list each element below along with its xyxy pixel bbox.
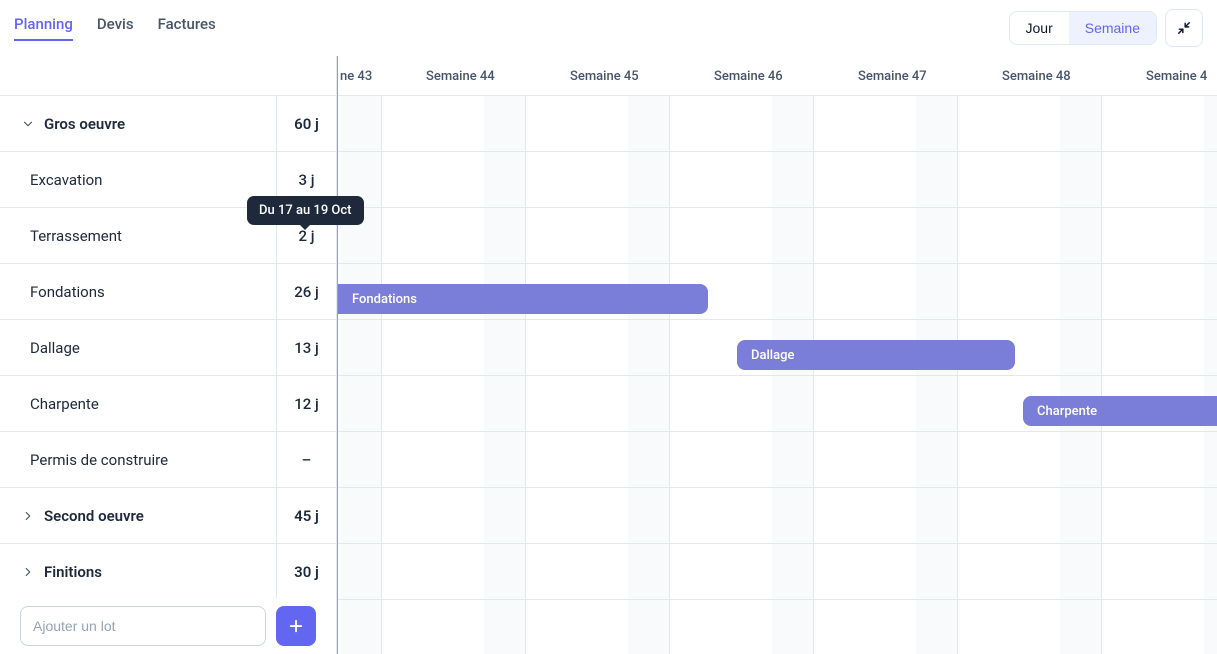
task-name: Second oeuvre	[44, 507, 144, 525]
task-name: Terrassement	[30, 227, 122, 245]
week-label: ne 43	[340, 56, 372, 96]
topbar: Planning Devis Factures Jour Semaine	[0, 0, 1217, 56]
collapse-icon	[1177, 21, 1191, 35]
task-sidebar: Gros oeuvre 60 j Excavation 3 j Terrasse…	[0, 56, 337, 654]
week-label: Semaine 48	[1002, 56, 1071, 96]
plus-icon	[287, 617, 305, 635]
gantt-row	[338, 96, 1217, 152]
chevron-right-icon	[20, 564, 36, 580]
date-range-tooltip: Du 17 au 19 Oct	[247, 196, 364, 225]
right-controls: Jour Semaine	[1009, 9, 1204, 47]
gantt-bar-fondations[interactable]: Fondations	[338, 284, 708, 314]
chevron-right-icon	[20, 508, 36, 524]
tab-factures[interactable]: Factures	[158, 15, 216, 41]
week-label: Semaine 45	[570, 56, 639, 96]
gantt-row	[338, 152, 1217, 208]
task-row-charpente[interactable]: Charpente 12 j	[0, 376, 336, 432]
gantt-body: Fondations Dallage Charpente	[338, 96, 1217, 654]
week-label: Semaine 47	[858, 56, 927, 96]
gantt-header: ne 43 Semaine 44 Semaine 45 Semaine 46 S…	[338, 56, 1217, 96]
task-duration: 13 j	[276, 320, 336, 375]
week-label: Semaine 4	[1146, 56, 1207, 96]
view-day-button[interactable]: Jour	[1010, 12, 1069, 44]
task-name: Fondations	[30, 283, 105, 301]
task-name-cell: Finitions	[0, 563, 276, 581]
gantt-row: Charpente	[338, 376, 1217, 432]
gantt-panel[interactable]: ne 43 Semaine 44 Semaine 45 Semaine 46 S…	[337, 56, 1217, 654]
gantt-row: Fondations	[338, 264, 1217, 320]
task-row-gros-oeuvre[interactable]: Gros oeuvre 60 j	[0, 96, 336, 152]
gantt-row	[338, 432, 1217, 488]
chevron-down-icon	[20, 116, 36, 132]
collapse-fullscreen-button[interactable]	[1165, 9, 1203, 47]
week-label: Semaine 44	[426, 56, 495, 96]
task-name: Finitions	[44, 563, 102, 581]
task-row-second-oeuvre[interactable]: Second oeuvre 45 j	[0, 488, 336, 544]
gantt-row: Dallage	[338, 320, 1217, 376]
task-row-fondations[interactable]: Fondations 26 j	[0, 264, 336, 320]
content: Gros oeuvre 60 j Excavation 3 j Terrasse…	[0, 56, 1217, 654]
tab-planning[interactable]: Planning	[14, 15, 73, 41]
task-name: Permis de construire	[30, 451, 168, 469]
gantt-rows: Fondations Dallage Charpente	[338, 96, 1217, 600]
task-name: Gros oeuvre	[44, 115, 125, 133]
task-name-cell: Gros oeuvre	[0, 115, 276, 133]
task-row-permis[interactable]: Permis de construire –	[0, 432, 336, 488]
tab-devis[interactable]: Devis	[97, 15, 134, 41]
task-name-cell: Second oeuvre	[0, 507, 276, 525]
view-switch: Jour Semaine	[1009, 11, 1158, 45]
task-duration: 12 j	[276, 376, 336, 431]
add-lot-input[interactable]	[20, 606, 266, 646]
week-label: Semaine 46	[714, 56, 783, 96]
gantt-bar-charpente[interactable]: Charpente	[1023, 396, 1217, 426]
task-duration: 30 j	[276, 544, 336, 598]
gantt-bar-dallage[interactable]: Dallage	[737, 340, 1015, 370]
gantt-row	[338, 208, 1217, 264]
view-week-button[interactable]: Semaine	[1069, 12, 1156, 44]
task-duration: 60 j	[276, 96, 336, 151]
task-duration: –	[276, 432, 336, 487]
add-lot-button[interactable]	[276, 606, 316, 646]
task-name: Charpente	[30, 395, 99, 413]
task-row-dallage[interactable]: Dallage 13 j	[0, 320, 336, 376]
sidebar-footer	[0, 598, 336, 654]
tabs: Planning Devis Factures	[14, 15, 216, 41]
gantt-row	[338, 488, 1217, 544]
task-name: Dallage	[30, 339, 80, 357]
task-duration: 26 j	[276, 264, 336, 319]
task-rows: Gros oeuvre 60 j Excavation 3 j Terrasse…	[0, 96, 336, 598]
task-name: Excavation	[30, 171, 102, 189]
gantt-row	[338, 544, 1217, 600]
task-row-finitions[interactable]: Finitions 30 j	[0, 544, 336, 598]
task-duration: 45 j	[276, 488, 336, 543]
sidebar-header	[0, 56, 336, 96]
